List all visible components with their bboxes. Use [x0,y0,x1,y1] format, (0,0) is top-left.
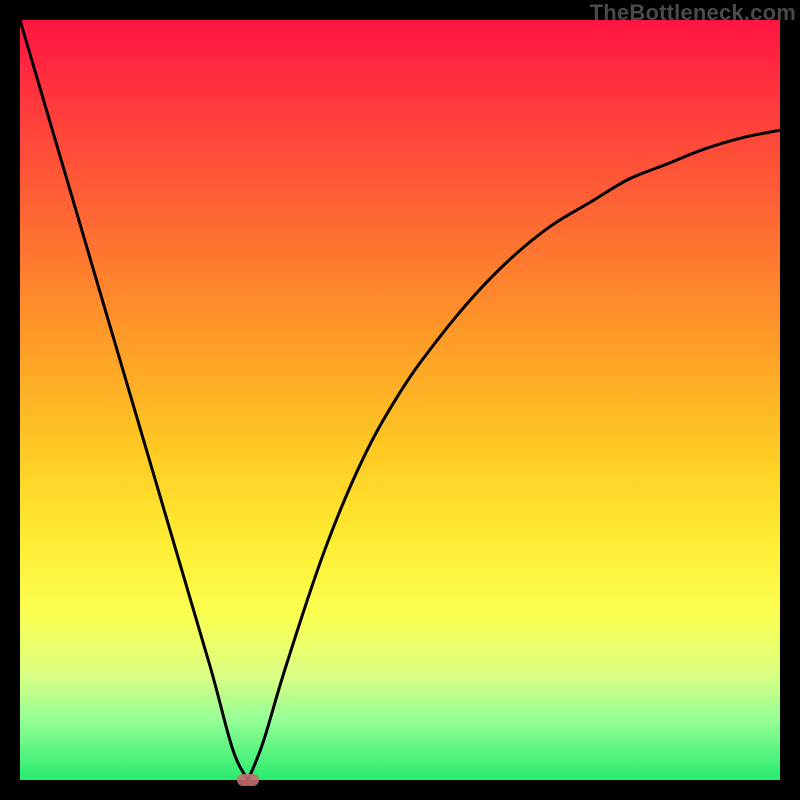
watermark-text: TheBottleneck.com [590,0,796,26]
curve-right-branch [248,130,780,780]
curve-left-branch [20,20,248,780]
vertex-marker [237,774,259,786]
chart-frame [20,20,780,780]
curve-svg [20,20,780,780]
